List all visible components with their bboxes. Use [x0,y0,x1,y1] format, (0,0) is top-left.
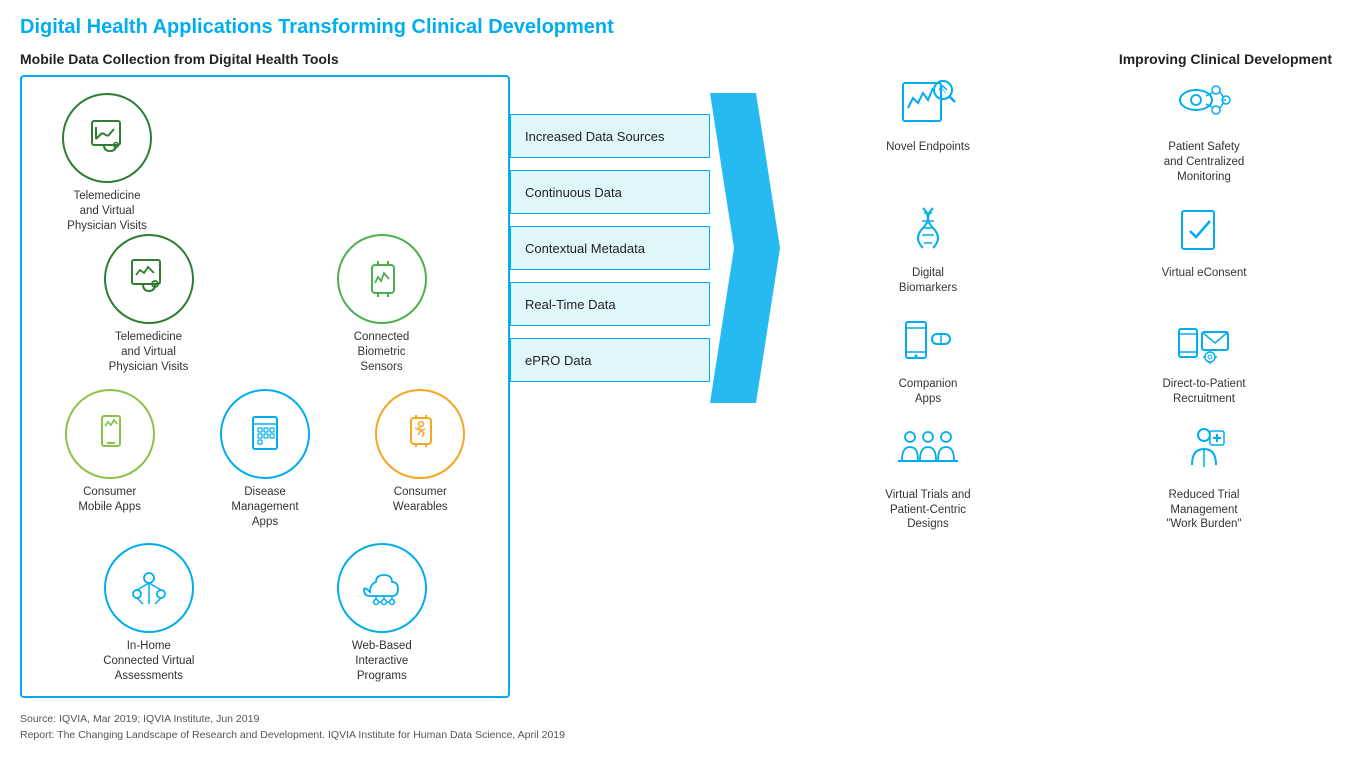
companion-apps-icon [893,312,963,372]
disease-mgmt-icon [220,389,310,479]
right-icon-direct-patient: Direct-to-PatientRecruitment [1076,312,1332,407]
telemedicine-label: Telemedicineand VirtualPhysician Visits [109,330,189,375]
left-panel: Mobile Data Collection from Digital Heal… [20,51,510,698]
wearables-icon [375,389,465,479]
right-icon-digital-biomarkers: DigitalBiomarkers [800,201,1056,296]
footer-report: Report: The Changing Landscape of Resear… [20,728,1332,744]
inhome-label: In-HomeConnected VirtualAssessments [103,639,194,684]
disease-mgmt-label: DiseaseManagementApps [231,485,298,530]
virtual-econsent-icon [1169,201,1239,261]
left-panel-title: Mobile Data Collection from Digital Heal… [20,51,510,67]
icon-item-biometric: ConnectedBiometricSensors [337,234,427,375]
right-icon-novel-endpoints: Novel Endpoints [800,75,1056,185]
data-boxes: Increased Data Sources Continuous Data C… [510,114,710,382]
digital-biomarkers-label: DigitalBiomarkers [899,266,957,296]
consumer-mobile-label: ConsumerMobile Apps [78,485,141,515]
right-icon-reduced-trial: Reduced TrialManagement"Work Burden" [1076,423,1332,533]
icon-item-consumer-mobile: ConsumerMobile Apps [65,389,155,515]
biometric-icon [337,234,427,324]
virtual-trials-icon [893,423,963,483]
digital-biomarkers-icon [893,201,963,261]
icon-item-telemedicine: Telemedicineand VirtualPhysician Visits [104,234,194,375]
telemedicine-icon [62,93,152,183]
novel-endpoints-icon [893,75,963,135]
reduced-trial-icon [1169,423,1239,483]
right-icon-virtual-trials: Virtual Trials andPatient-CentricDesigns [800,423,1056,533]
icons-grid: Telemedicineand VirtualPhysician Visits [32,93,498,234]
data-box-realtime: Real-Time Data [510,282,710,326]
patient-safety-label: Patient Safetyand CentralizedMonitoring [1164,140,1245,185]
wearables-label: ConsumerWearables [393,485,448,515]
biometric-label: ConnectedBiometricSensors [354,330,410,375]
web-icon [337,543,427,633]
page-title: Digital Health Applications Transforming… [20,16,1332,39]
footer-source: Source: IQVIA, Mar 2019; IQVIA Institute… [20,712,1332,728]
chevron-arrow [710,93,780,403]
right-icon-companion-apps: CompanionApps [800,312,1056,407]
telemedicine-icon [104,234,194,324]
right-icons-grid: Novel Endpoints [800,75,1332,532]
middle-section: Increased Data Sources Continuous Data C… [510,51,780,403]
footer: Source: IQVIA, Mar 2019; IQVIA Institute… [20,712,1332,744]
direct-patient-icon [1169,312,1239,372]
right-icon-patient-safety: Patient Safetyand CentralizedMonitoring [1076,75,1332,185]
consumer-mobile-icon [65,389,155,479]
virtual-econsent-label: Virtual eConsent [1162,266,1247,281]
data-box-increased: Increased Data Sources [510,114,710,158]
direct-patient-label: Direct-to-PatientRecruitment [1162,377,1245,407]
inhome-icon [104,543,194,633]
icon-item-disease-mgmt: DiseaseManagementApps [220,389,310,530]
left-box: Telemedicineand VirtualPhysician Visits [20,75,510,698]
right-icon-virtual-econsent: Virtual eConsent [1076,201,1332,296]
right-panel: Improving Clinical Development Novel End… [780,51,1332,532]
web-label: Web-BasedInteractivePrograms [352,639,412,684]
patient-safety-icon [1169,75,1239,135]
telemedicine-label: Telemedicineand VirtualPhysician Visits [67,189,147,234]
novel-endpoints-label: Novel Endpoints [886,140,970,155]
virtual-trials-label: Virtual Trials andPatient-CentricDesigns [885,488,970,533]
icon-item-telemedicine: Telemedicineand VirtualPhysician Visits [32,93,182,234]
icon-item-wearables: ConsumerWearables [375,389,465,515]
data-box-contextual: Contextual Metadata [510,226,710,270]
icon-item-inhome: In-HomeConnected VirtualAssessments [103,543,194,684]
right-panel-title: Improving Clinical Development [800,51,1332,67]
icon-item-biometric [190,93,340,234]
companion-apps-label: CompanionApps [899,377,958,407]
data-box-continuous: Continuous Data [510,170,710,214]
data-box-epro: ePRO Data [510,338,710,382]
reduced-trial-label: Reduced TrialManagement"Work Burden" [1166,488,1241,533]
icon-item-web: Web-BasedInteractivePrograms [337,543,427,684]
